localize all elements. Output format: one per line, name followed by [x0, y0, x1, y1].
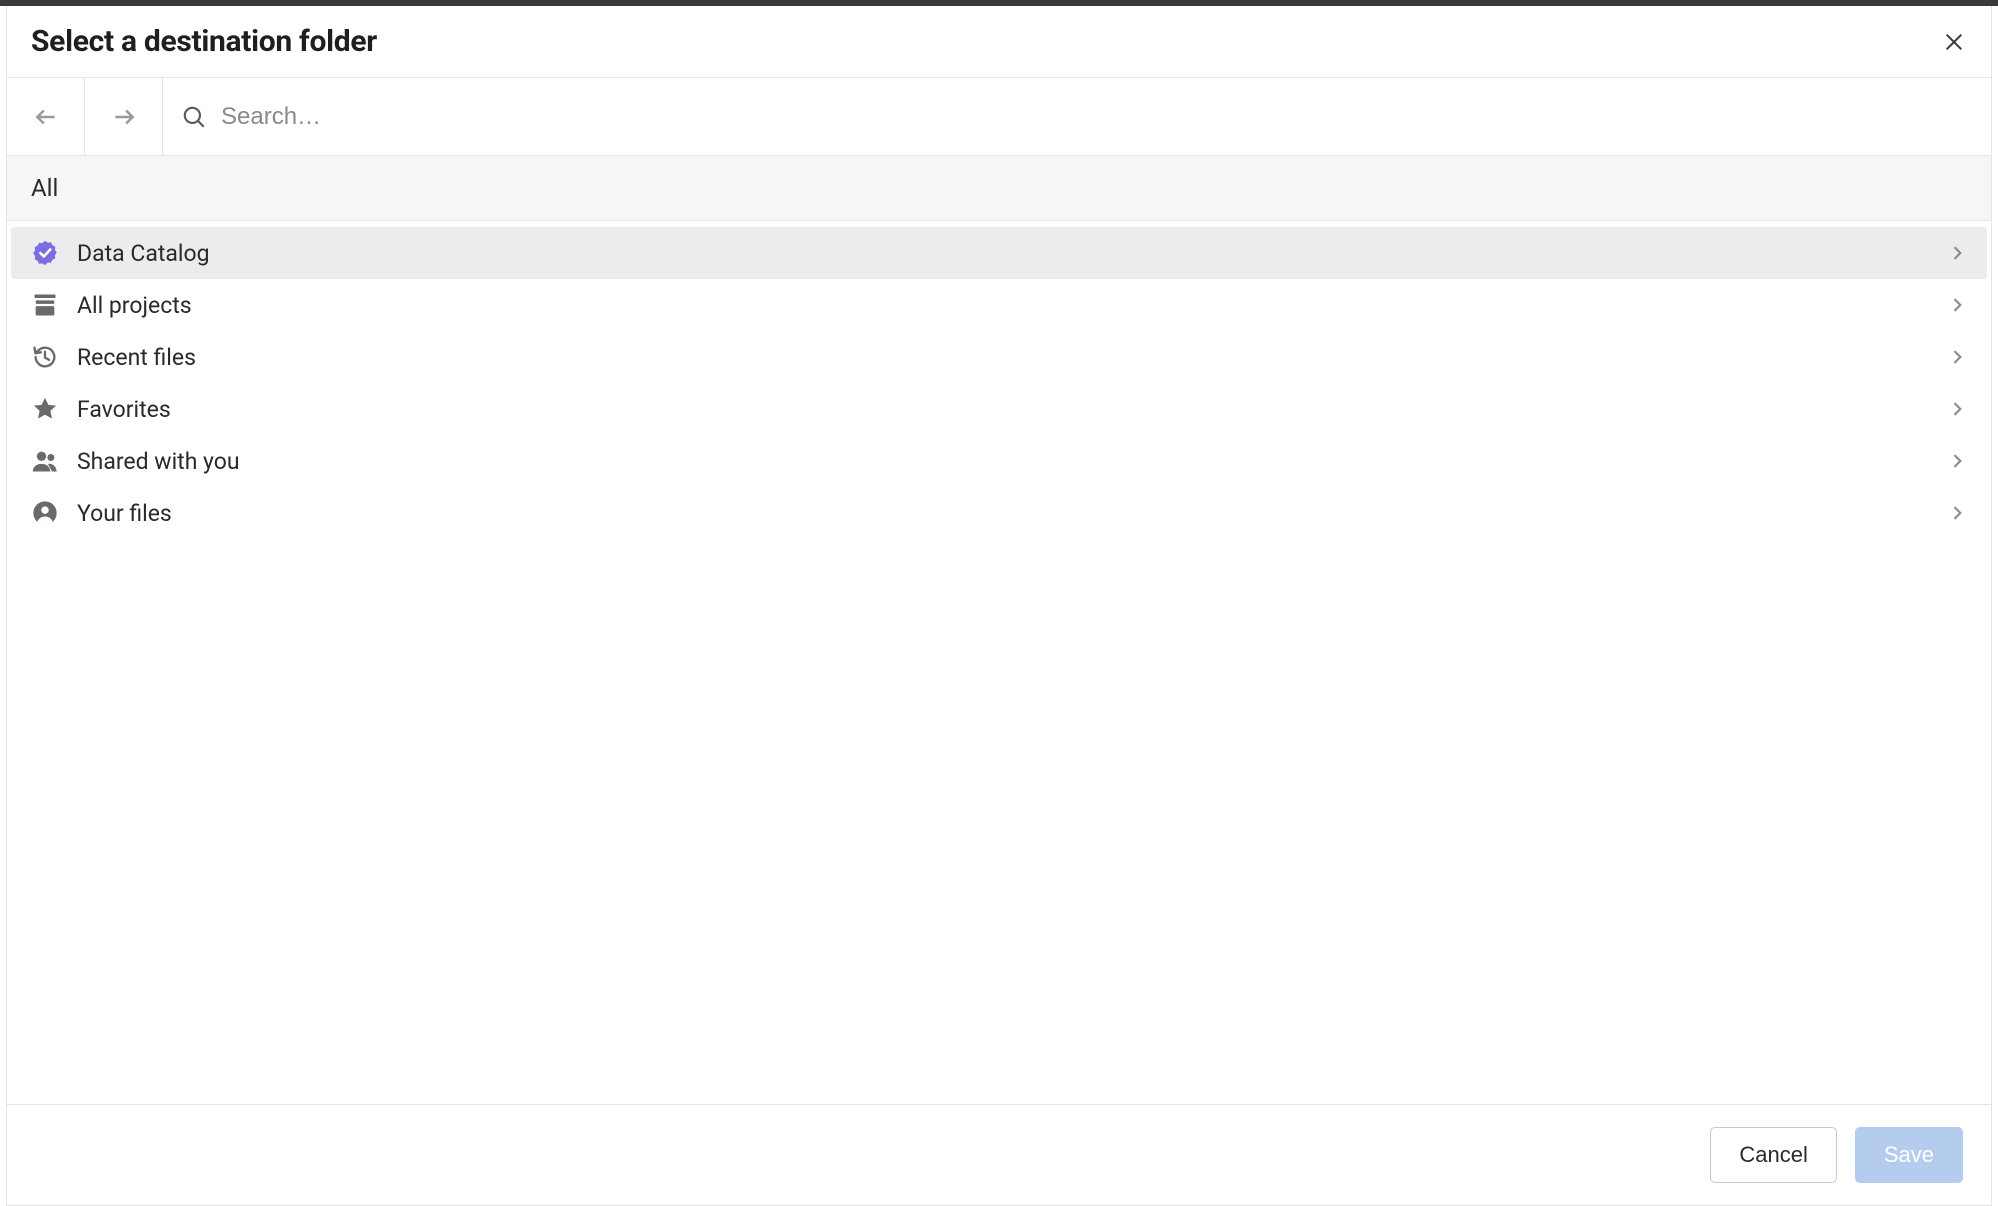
folder-list: Data Catalog All projects	[7, 221, 1991, 1104]
arrow-right-icon	[111, 104, 137, 130]
verified-badge-icon	[31, 239, 59, 267]
search-icon	[181, 104, 207, 130]
search-input[interactable]	[221, 103, 1973, 131]
folder-row-shared-with-you[interactable]: Shared with you	[11, 435, 1987, 487]
forward-button[interactable]	[85, 78, 163, 155]
folder-label: Your files	[77, 500, 1929, 527]
chevron-right-icon	[1947, 399, 1967, 419]
navigation-toolbar	[7, 78, 1991, 156]
breadcrumb[interactable]: All	[7, 156, 1991, 221]
folder-row-all-projects[interactable]: All projects	[11, 279, 1987, 331]
back-button[interactable]	[7, 78, 85, 155]
cancel-button[interactable]: Cancel	[1710, 1127, 1836, 1183]
destination-folder-dialog: Select a destination folder	[6, 6, 1992, 1206]
search-container	[163, 78, 1991, 155]
projects-icon	[31, 291, 59, 319]
chevron-right-icon	[1947, 347, 1967, 367]
folder-label: Recent files	[77, 344, 1929, 371]
history-icon	[31, 343, 59, 371]
arrow-left-icon	[33, 104, 59, 130]
breadcrumb-label: All	[31, 174, 58, 202]
chevron-right-icon	[1947, 503, 1967, 523]
close-icon	[1943, 31, 1965, 53]
folder-row-data-catalog[interactable]: Data Catalog	[11, 227, 1987, 279]
dialog-footer: Cancel Save	[7, 1104, 1991, 1205]
chevron-right-icon	[1947, 295, 1967, 315]
folder-row-your-files[interactable]: Your files	[11, 487, 1987, 539]
people-icon	[31, 447, 59, 475]
star-icon	[31, 395, 59, 423]
dialog-title: Select a destination folder	[31, 24, 377, 59]
dialog-header: Select a destination folder	[7, 6, 1991, 78]
chevron-right-icon	[1947, 451, 1967, 471]
folder-label: Data Catalog	[77, 240, 1929, 267]
save-button[interactable]: Save	[1855, 1127, 1963, 1183]
folder-row-recent-files[interactable]: Recent files	[11, 331, 1987, 383]
user-circle-icon	[31, 499, 59, 527]
folder-row-favorites[interactable]: Favorites	[11, 383, 1987, 435]
folder-label: Shared with you	[77, 448, 1929, 475]
folder-label: All projects	[77, 292, 1929, 319]
chevron-right-icon	[1947, 243, 1967, 263]
close-button[interactable]	[1939, 27, 1969, 57]
folder-label: Favorites	[77, 396, 1929, 423]
